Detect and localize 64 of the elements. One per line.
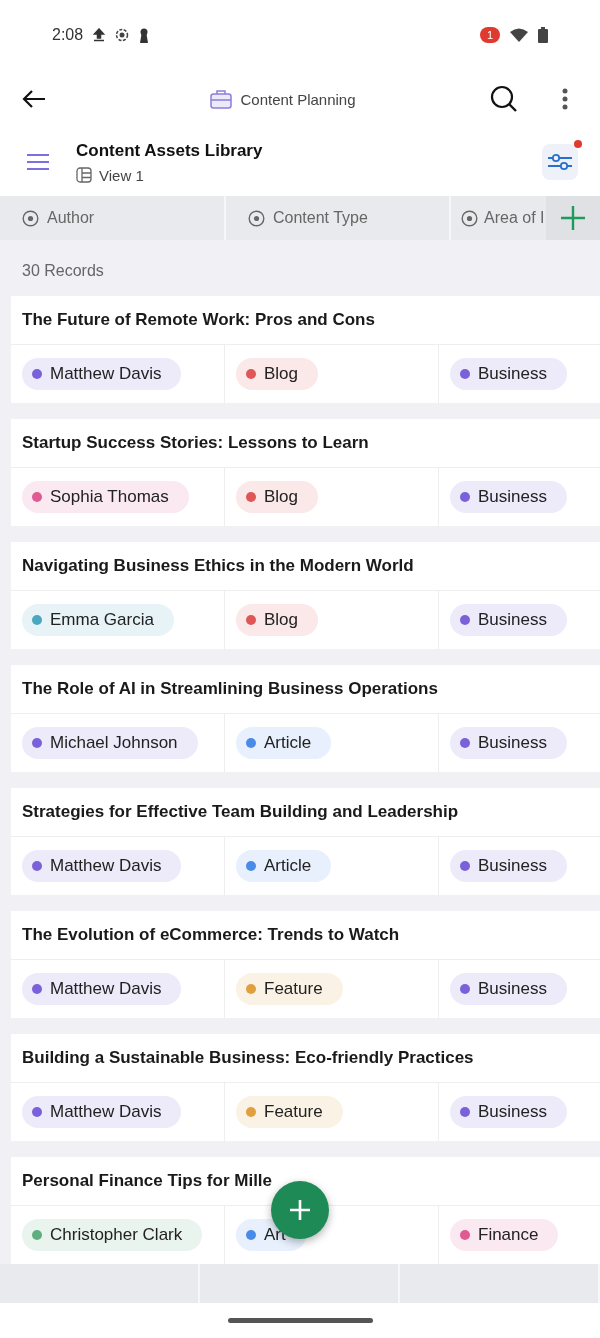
app-title: Content Planning [240, 90, 356, 108]
tag-label: Article [264, 733, 312, 753]
tag-label: Business [478, 856, 547, 876]
record-title: Strategies for Effective Team Building and Leadership [11, 788, 600, 837]
search-icon[interactable] [490, 85, 518, 113]
tag-label: Feature [264, 979, 323, 999]
more-icon[interactable] [562, 88, 568, 110]
record-title: Building a Sustainable Business: Eco-friendly Practices [11, 1034, 600, 1083]
grid-view-icon [76, 167, 92, 183]
tag-label: Matthew Davis [50, 1102, 162, 1122]
record-card[interactable]: The Evolution of eCommerce: Trends to Watch Matthew Davis Feature Business [11, 911, 600, 1018]
tag-label: Business [478, 1102, 547, 1122]
menu-icon[interactable] [26, 153, 50, 171]
briefcase-icon [210, 89, 233, 109]
record-card[interactable]: Navigating Business Ethics in the Modern World Emma Garcia Blog Business [11, 542, 600, 649]
back-icon[interactable] [22, 89, 46, 109]
record-card[interactable]: Strategies for Effective Team Building and Leadership Matthew Davis Article Business [11, 788, 600, 895]
tag-label: Sophia Thomas [50, 487, 169, 507]
plus-icon [289, 1199, 311, 1221]
column-header[interactable]: Area of I [451, 196, 546, 240]
tag-label: Christopher Clark [50, 1225, 183, 1245]
tag-label: Blog [264, 487, 299, 507]
tag-label: Blog [264, 364, 299, 384]
record-count: 30 Records [21, 261, 105, 280]
record-card[interactable]: The Future of Remote Work: Pros and Cons Matthew Davis Blog Business [11, 296, 600, 403]
tag-label: Article [264, 856, 312, 876]
wifi-icon [510, 28, 528, 42]
tag-label: Business [478, 610, 547, 630]
record-title: The Role of AI in Streamlining Business Operations [11, 665, 600, 714]
tag-label: Emma Garcia [50, 610, 154, 630]
radio-icon [22, 209, 39, 227]
table-title: Content Assets Library [76, 140, 264, 161]
tag-label: Finance [478, 1225, 539, 1245]
tag-label: Business [478, 487, 547, 507]
tag-label: Business [478, 979, 547, 999]
sliders-icon [547, 152, 573, 172]
tag-label: Business [478, 733, 547, 753]
record-title: Navigating Business Ethics in the Modern World [11, 542, 600, 591]
tag-label: Feature [264, 1102, 323, 1122]
record-title: The Future of Remote Work: Pros and Cons [11, 296, 600, 345]
notification-badge: 1 [479, 27, 500, 43]
record-card[interactable]: The Role of AI in Streamlining Business Operations Michael Johnson Article Business [11, 665, 600, 772]
plus-icon [560, 205, 586, 231]
column-header[interactable]: Author [0, 196, 226, 240]
record-title: Startup Success Stories: Lessons to Learn [11, 419, 600, 468]
tag-label: Michael Johnson [50, 733, 178, 753]
radio-icon [248, 209, 265, 227]
upload-icon [93, 28, 106, 42]
record-icon [115, 28, 130, 42]
tag-label: Business [478, 364, 547, 384]
add-column-button[interactable] [546, 196, 600, 240]
battery-icon [538, 27, 548, 43]
view-name[interactable]: View 1 [99, 166, 144, 184]
tag-label: Matthew Davis [50, 364, 162, 384]
tag-label: Blog [264, 610, 299, 630]
tag-label: Matthew Davis [50, 856, 162, 876]
column-header[interactable]: Content Type [226, 196, 451, 240]
keyhole-icon [139, 27, 150, 43]
record-card[interactable]: Startup Success Stories: Lessons to Learn Sophia Thomas Blog Business [11, 419, 600, 526]
radio-icon [461, 209, 478, 227]
tag-label: Matthew Davis [50, 979, 162, 999]
record-title: The Evolution of eCommerce: Trends to Watch [11, 911, 600, 960]
status-time: 2:08 [52, 26, 84, 44]
record-card[interactable]: Building a Sustainable Business: Eco-friendly Practices Matthew Davis Feature Business [11, 1034, 600, 1141]
